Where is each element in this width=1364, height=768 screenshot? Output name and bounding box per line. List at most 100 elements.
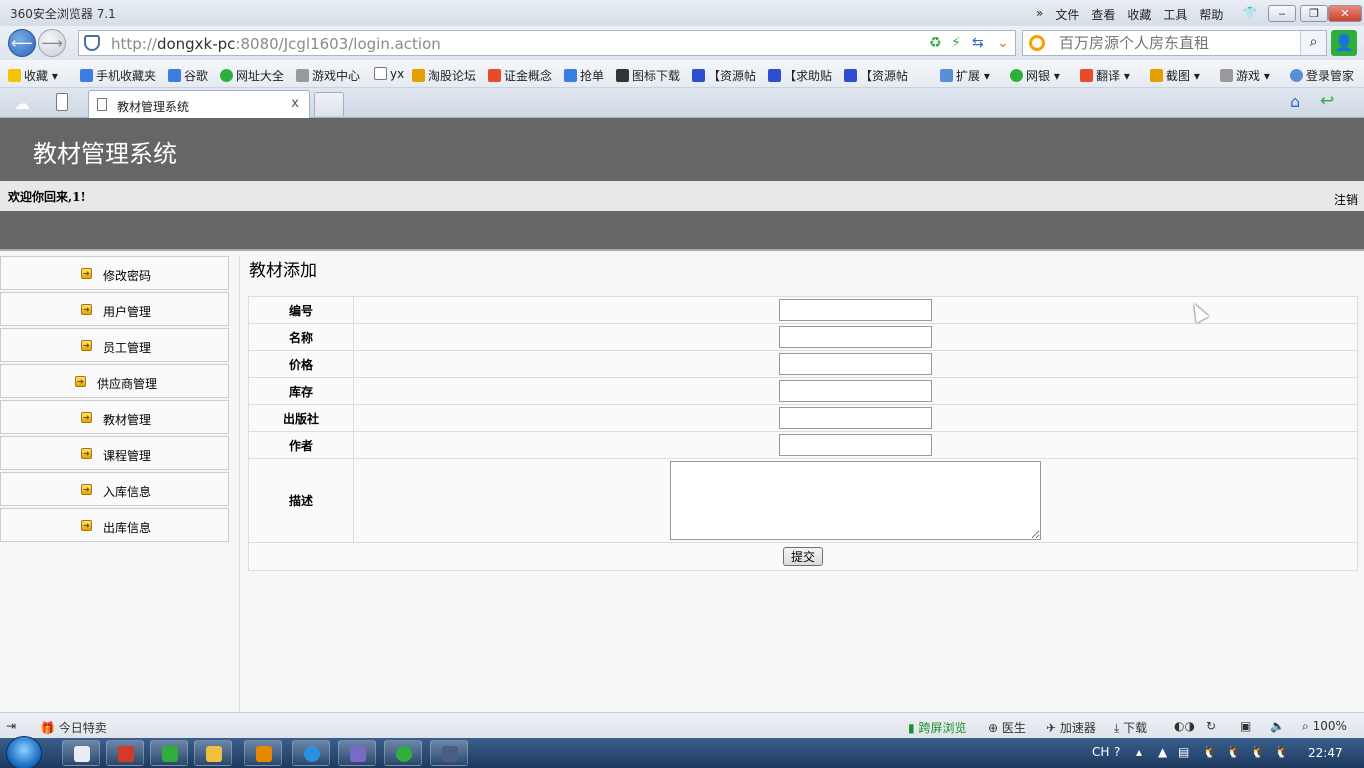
- fav-item[interactable]: 网址大全: [220, 67, 284, 84]
- code-input[interactable]: [779, 299, 932, 321]
- price-input[interactable]: [779, 353, 932, 375]
- sidebar-item-stock-in[interactable]: ➜ 入库信息: [0, 472, 229, 506]
- sidebar-item-stock-out[interactable]: ➜ 出库信息: [0, 508, 229, 542]
- url-text[interactable]: http://dongxk-pc:8080/Jcgl1603/login.act…: [111, 35, 441, 53]
- author-input[interactable]: [779, 434, 932, 456]
- games-button[interactable]: 游戏 ▾: [1220, 67, 1270, 84]
- sidebar-item-course-management[interactable]: ➜ 课程管理: [0, 436, 229, 470]
- help-icon[interactable]: ?: [1114, 745, 1120, 759]
- search-input[interactable]: [1059, 34, 1299, 52]
- window-icon[interactable]: ▣: [1240, 719, 1251, 733]
- status-deals[interactable]: 🎁 今日特卖: [40, 719, 107, 736]
- name-input[interactable]: [779, 326, 932, 348]
- sidebar-item-user-management[interactable]: ➜ 用户管理: [0, 292, 229, 326]
- speed-mode-icon[interactable]: ⚡: [951, 35, 961, 51]
- taskbar-app[interactable]: [338, 740, 376, 766]
- new-tab-button[interactable]: [314, 92, 344, 116]
- security-shield-icon[interactable]: [84, 35, 100, 51]
- translate-button[interactable]: 翻译 ▾: [1080, 67, 1130, 84]
- menu-view[interactable]: 查看: [1091, 6, 1115, 23]
- search-icon[interactable]: ⌕: [1300, 31, 1326, 55]
- forward-button[interactable]: ⟶: [38, 29, 66, 57]
- taskbar-app[interactable]: [292, 740, 330, 766]
- ebank-button[interactable]: 网银 ▾: [1010, 67, 1060, 84]
- compat-mode-icon[interactable]: ⇆: [972, 35, 984, 51]
- back-button[interactable]: ⟵: [8, 29, 36, 57]
- sidebar-item-change-password[interactable]: ➜ 修改密码: [0, 256, 229, 290]
- sidebar-item-staff-management[interactable]: ➜ 员工管理: [0, 328, 229, 362]
- clock[interactable]: 22:47: [1308, 746, 1343, 760]
- description-textarea[interactable]: [670, 461, 1041, 540]
- fav-item[interactable]: 手机收藏夹: [80, 67, 156, 84]
- qq-icon[interactable]: 🐧: [1226, 745, 1241, 759]
- skin-icon[interactable]: 👕: [1240, 5, 1260, 22]
- refresh-icon[interactable]: ♻: [929, 35, 942, 51]
- fav-item[interactable]: yx: [374, 67, 404, 81]
- status-cross-screen[interactable]: ▮ 跨屏浏览: [908, 719, 966, 736]
- glasses-icon[interactable]: ◐◑: [1174, 719, 1195, 733]
- stock-input[interactable]: [779, 380, 932, 402]
- publisher-input[interactable]: [779, 407, 932, 429]
- taskbar-app[interactable]: [62, 740, 100, 766]
- menu-more[interactable]: »: [1036, 6, 1043, 23]
- fav-item[interactable]: 谷歌: [168, 67, 208, 84]
- taskbar-app[interactable]: [244, 740, 282, 766]
- taskbar-app-active[interactable]: [384, 740, 422, 766]
- fav-item[interactable]: 证金概念: [488, 67, 552, 84]
- menu-help[interactable]: 帮助: [1199, 6, 1223, 23]
- taskbar-app[interactable]: [194, 740, 232, 766]
- fav-item[interactable]: 【求助贴: [768, 67, 832, 84]
- extensions-button[interactable]: 扩展 ▾: [940, 67, 990, 84]
- search-box[interactable]: ⌕: [1022, 30, 1327, 56]
- cloud-icon[interactable]: ☁: [14, 94, 30, 113]
- tab-close-icon[interactable]: x: [291, 96, 299, 111]
- fav-item[interactable]: 图标下载: [616, 67, 680, 84]
- qq-icon[interactable]: 🐧: [1250, 745, 1265, 759]
- fav-item[interactable]: 淘股论坛: [412, 67, 476, 84]
- maximize-button[interactable]: ❐: [1300, 5, 1328, 22]
- reload-icon[interactable]: ↻: [1206, 719, 1216, 733]
- screenshot-button[interactable]: 截图 ▾: [1150, 67, 1200, 84]
- start-button[interactable]: [6, 736, 42, 768]
- volume-icon[interactable]: 🔈: [1270, 719, 1285, 733]
- ime-indicator[interactable]: CH: [1092, 745, 1109, 759]
- taskbar-app[interactable]: [150, 740, 188, 766]
- home-icon[interactable]: ⌂: [1290, 92, 1300, 111]
- arrow-up-icon[interactable]: ▲: [1158, 745, 1167, 759]
- sidebar-item-textbook-management[interactable]: ➜ 教材管理: [0, 400, 229, 434]
- login-manager-button[interactable]: 登录管家: [1290, 67, 1354, 84]
- status-accelerator[interactable]: ✈ 加速器: [1046, 719, 1096, 736]
- minimize-button[interactable]: ‒: [1268, 5, 1296, 22]
- close-window-button[interactable]: ✕: [1328, 5, 1362, 22]
- fav-item[interactable]: 【资源帖: [692, 67, 756, 84]
- logout-link[interactable]: 注销: [1334, 191, 1358, 208]
- fav-item[interactable]: 游戏中心: [296, 67, 360, 84]
- taskbar-app[interactable]: [430, 740, 468, 766]
- user-account-icon[interactable]: 👤: [1331, 30, 1357, 56]
- mobile-icon[interactable]: [56, 93, 68, 111]
- qq-icon[interactable]: 🐧: [1274, 745, 1289, 759]
- fav-item[interactable]: 抢单: [564, 67, 604, 84]
- status-download[interactable]: ⤓ 下载: [1114, 719, 1147, 736]
- tray-expand-icon[interactable]: ▴: [1136, 745, 1142, 759]
- status-zoom[interactable]: ⌕ 100%: [1302, 719, 1347, 734]
- exit-icon[interactable]: ⇥: [6, 719, 16, 733]
- zoom-icon: ⌕: [1302, 719, 1309, 733]
- network-icon[interactable]: ▤: [1178, 745, 1189, 759]
- status-doctor[interactable]: ⊕ 医生: [988, 719, 1026, 736]
- menu-file[interactable]: 文件: [1055, 6, 1079, 23]
- undo-close-icon[interactable]: ↩: [1320, 91, 1334, 111]
- submit-button[interactable]: 提交: [783, 547, 823, 566]
- taskbar-app[interactable]: [106, 740, 144, 766]
- tab-active[interactable]: 教材管理系统 x: [88, 90, 310, 118]
- menu-tools[interactable]: 工具: [1163, 6, 1187, 23]
- menu-favorites[interactable]: 收藏: [1127, 6, 1151, 23]
- sidebar-item-supplier-management[interactable]: ➜ 供应商管理: [0, 364, 229, 398]
- arrow-right-icon: ➜: [81, 268, 92, 279]
- fav-item[interactable]: 收藏 ▾: [8, 67, 58, 84]
- search-engine-logo-icon[interactable]: [1029, 35, 1045, 51]
- fav-item[interactable]: 【资源帖: [844, 67, 908, 84]
- qq-icon[interactable]: 🐧: [1202, 745, 1217, 759]
- url-field[interactable]: http://dongxk-pc:8080/Jcgl1603/login.act…: [78, 30, 1016, 56]
- url-dropdown-icon[interactable]: ⌄: [997, 35, 1009, 51]
